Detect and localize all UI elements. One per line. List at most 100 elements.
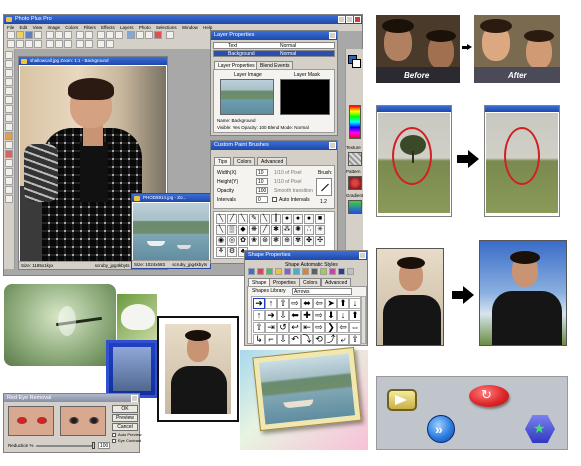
shape-cell-5[interactable]: ⬌	[301, 298, 313, 309]
brush-tip-13[interactable]: ◆	[238, 225, 248, 235]
shape-library-select[interactable]: Arrows	[292, 288, 352, 295]
gradient-swatch[interactable]	[348, 200, 362, 214]
brush-tip-20[interactable]: ✳	[315, 225, 325, 235]
shape-cell-7[interactable]: ➤	[325, 298, 337, 309]
shape-cell-17[interactable]: ↓	[337, 310, 349, 321]
marquee-tool-icon[interactable]	[5, 60, 13, 68]
red-eye-close-button[interactable]	[131, 395, 138, 402]
brush-tip-17[interactable]: ⁂	[282, 225, 292, 235]
brush-tip-7[interactable]: ●	[282, 214, 292, 224]
shape-cell-15[interactable]: ⇨	[313, 310, 325, 321]
menu-window[interactable]: Window	[182, 25, 198, 30]
shape-cell-31[interactable]: ↶	[289, 334, 301, 345]
brush-tip-2[interactable]: ╱	[227, 214, 237, 224]
move-tool-icon[interactable]	[5, 51, 13, 59]
brush-tip-1[interactable]: ╲	[216, 214, 226, 224]
fill-tool-icon[interactable]	[5, 132, 13, 140]
brush-height-field[interactable]: 10	[256, 178, 268, 185]
secondary-color-swatch[interactable]	[352, 59, 361, 68]
shape-tool-left-icon[interactable]	[5, 168, 13, 176]
style-swatch-6[interactable]	[293, 268, 300, 275]
brush-tip-15[interactable]: ╱	[260, 225, 270, 235]
shape-cell-27[interactable]: ⇔	[349, 322, 361, 333]
shape-cell-9[interactable]: ↓	[349, 298, 361, 309]
save-icon[interactable]	[25, 31, 33, 39]
menu-selections[interactable]: Selections	[156, 25, 177, 30]
reduction-slider-thumb[interactable]	[92, 442, 95, 449]
shape-cell-6[interactable]: ⇦	[313, 298, 325, 309]
zoom-tool-icon[interactable]	[5, 186, 13, 194]
shape-cell-18[interactable]: ⬆	[349, 310, 361, 321]
flip-icon[interactable]	[64, 40, 72, 48]
maximize-button[interactable]	[346, 16, 353, 23]
color-spectrum[interactable]	[349, 105, 361, 139]
print-icon[interactable]	[34, 31, 42, 39]
select-ellipse-icon[interactable]	[16, 40, 24, 48]
style-swatch-5[interactable]	[284, 268, 291, 275]
shape-cell-33[interactable]: ⟲	[313, 334, 325, 345]
undo-icon[interactable]	[76, 31, 84, 39]
brush-palette-icon[interactable]	[145, 31, 153, 39]
shape-cell-23[interactable]: ⇤	[301, 322, 313, 333]
trees-before-title-bar[interactable]	[377, 106, 451, 112]
zoom-in-icon[interactable]	[97, 31, 105, 39]
pattern-swatch[interactable]	[348, 176, 362, 190]
shape-cell-16[interactable]: ⬇	[325, 310, 337, 321]
reduction-value-field[interactable]: 100	[98, 442, 110, 449]
shape-cell-36[interactable]: ⇪	[349, 334, 361, 345]
lasso-tool-icon[interactable]	[5, 69, 13, 77]
brush-tip-26[interactable]: ❃	[271, 236, 281, 246]
red-eye-title-bar[interactable]: Red Eye Removal	[4, 394, 139, 402]
lasso-icon[interactable]	[25, 40, 33, 48]
eraser-tool-icon[interactable]	[5, 114, 13, 122]
shapes-scrollbar[interactable]	[361, 296, 366, 344]
brush-tip-27[interactable]: ⊕	[282, 236, 292, 246]
red-eye-tool-icon[interactable]	[5, 150, 13, 158]
shape-cell-24[interactable]: ⇨	[313, 322, 325, 333]
style-swatch-1[interactable]	[248, 268, 255, 275]
shape-cell-34[interactable]: ⤴	[325, 334, 337, 345]
shape-cell-12[interactable]: ⇩	[277, 310, 289, 321]
red-refresh-button[interactable]: ↻	[469, 385, 509, 407]
histogram-icon[interactable]	[136, 31, 144, 39]
copy-icon[interactable]	[55, 31, 63, 39]
brush-tip-30[interactable]: ✣	[315, 236, 325, 246]
magic-wand-icon[interactable]	[34, 40, 42, 48]
shape-panel-close-button[interactable]	[359, 252, 366, 259]
brush-tip-25[interactable]: ⊛	[260, 236, 270, 246]
rotate-icon[interactable]	[55, 40, 63, 48]
auto-preview-checkbox[interactable]	[112, 433, 116, 437]
brush-tip-16[interactable]: ✱	[271, 225, 281, 235]
trees-after-title-bar[interactable]	[485, 106, 559, 112]
layer-panel-title-bar[interactable]: Layer Properties	[211, 31, 337, 40]
style-swatch-2[interactable]	[257, 268, 264, 275]
wand-tool-icon[interactable]	[5, 78, 13, 86]
brush-tip-14[interactable]: ❋	[249, 225, 259, 235]
shape-cell-4[interactable]: ⇨	[289, 298, 301, 309]
blue-forward-button[interactable]: »	[427, 415, 455, 443]
text-tool-left-icon[interactable]	[5, 159, 13, 167]
style-swatch-7[interactable]	[302, 268, 309, 275]
shape-tool-icon[interactable]	[97, 40, 105, 48]
menu-view[interactable]: View	[33, 25, 43, 30]
red-eye-ok-button[interactable]: OK	[112, 405, 138, 413]
shape-cell-21[interactable]: ↺	[277, 322, 289, 333]
paste-icon[interactable]	[64, 31, 72, 39]
redo-icon[interactable]	[85, 31, 93, 39]
main-title-bar[interactable]: Photo Plus Pro	[4, 15, 362, 24]
close-button[interactable]	[354, 16, 361, 23]
shape-cell-2[interactable]: ↑	[265, 298, 277, 309]
brush-tip-6[interactable]: ┃	[271, 214, 281, 224]
pencil-tool-icon[interactable]	[5, 105, 13, 113]
menu-colors[interactable]: Colors	[65, 25, 78, 30]
auto-intervals-checkbox[interactable]	[272, 197, 277, 202]
yellow-arrow-button[interactable]	[387, 389, 417, 411]
style-swatch-4[interactable]	[275, 268, 282, 275]
style-swatch-9[interactable]	[320, 268, 327, 275]
red-eye-preview-button[interactable]: Preview	[112, 414, 138, 422]
texture-swatch[interactable]	[348, 152, 362, 166]
layer-row-text[interactable]: Text Normal	[213, 42, 335, 49]
gradient-tool-icon[interactable]	[5, 141, 13, 149]
hexagon-star-button[interactable]: ★	[525, 415, 555, 443]
help-icon[interactable]	[166, 31, 174, 39]
